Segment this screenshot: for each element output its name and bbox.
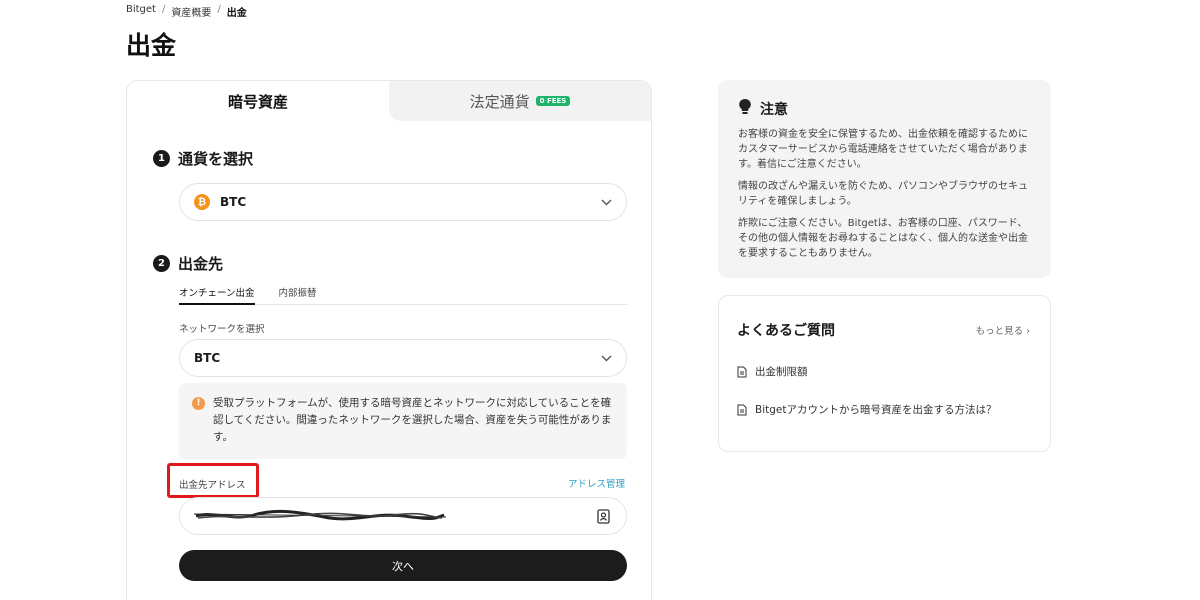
- notice-paragraph: お客様の資金を安全に保管するため、出金依頼を確認するためにカスタマーサービスから…: [738, 129, 1028, 170]
- notice-paragraph: 詐欺にご注意ください。Bitgetは、お客様の口座、パスワード、その他の個人情報…: [738, 218, 1028, 259]
- faq-more-label: もっと見る: [975, 326, 1024, 337]
- step1-heading: 1 通貨を選択: [153, 148, 253, 169]
- step1-number: 1: [153, 150, 170, 167]
- step2-title: 出金先: [178, 255, 224, 273]
- zero-fees-badge: 0 FEES: [535, 96, 571, 106]
- network-warning: ! 受取プラットフォームが、使用する暗号資産とネットワークに対応していることを確…: [179, 383, 627, 459]
- tab-fiat[interactable]: 法定通貨 0 FEES: [389, 81, 651, 121]
- withdraw-form-card: 暗号資産 法定通貨 0 FEES 1 通貨を選択 ₿ BTC 2 出金先 オンチ…: [126, 80, 652, 600]
- currency-value: BTC: [220, 195, 247, 209]
- chevron-right-icon: ›: [1026, 326, 1030, 337]
- chevron-down-icon: [601, 352, 612, 365]
- faq-item-withdraw-limit[interactable]: 出金制限額: [737, 364, 808, 379]
- destination-subtabs: オンチェーン出金 内部振替: [179, 283, 627, 305]
- notice-body: お客様の資金を安全に保管するため、出金依頼を確認するためにカスタマーサービスから…: [734, 127, 1035, 261]
- step2-heading: 2 出金先: [153, 253, 223, 274]
- faq-title: よくあるご質問: [737, 323, 835, 339]
- step2-number: 2: [153, 255, 170, 272]
- faq-item-label: Bitgetアカウントから暗号資産を出金する方法は？: [755, 404, 997, 416]
- warning-text: 受取プラットフォームが、使用する暗号資産とネットワークに対応していることを確認し…: [213, 397, 612, 443]
- btc-coin-icon: ₿: [194, 194, 210, 210]
- warning-icon: !: [192, 397, 205, 410]
- redacted-address-scribble: [194, 509, 446, 521]
- document-icon: [737, 366, 747, 377]
- notice-title: 注意: [760, 101, 788, 118]
- lightbulb-icon: [738, 98, 752, 119]
- notice-heading: 注意: [738, 98, 1035, 119]
- faq-item-how-to-withdraw[interactable]: Bitgetアカウントから暗号資産を出金する方法は？: [737, 402, 996, 417]
- network-select[interactable]: BTC: [179, 339, 627, 377]
- breadcrumb-separator: /: [217, 4, 221, 15]
- chevron-down-icon: [601, 196, 612, 209]
- address-manage-link[interactable]: アドレス管理: [568, 476, 625, 490]
- breadcrumb: Bitget / 資産概要 / 出金: [126, 4, 247, 19]
- next-button[interactable]: 次へ: [179, 550, 627, 581]
- network-label: ネットワークを選択: [179, 324, 265, 335]
- tab-fiat-label: 法定通貨: [469, 92, 530, 111]
- notice-paragraph: 情報の改ざんや漏えいを防ぐため、パソコンやブラウザのセキュリティを確保しましょう…: [738, 181, 1028, 207]
- breadcrumb-withdraw: 出金: [226, 8, 247, 19]
- asset-type-tabs: 暗号資産 法定通貨 0 FEES: [127, 81, 651, 121]
- breadcrumb-assets[interactable]: 資産概要: [171, 4, 211, 19]
- tab-crypto-label: 暗号資産: [227, 92, 288, 111]
- tab-crypto[interactable]: 暗号資産: [127, 81, 389, 121]
- address-label-highlight: [167, 463, 259, 498]
- breadcrumb-separator: /: [161, 4, 166, 15]
- breadcrumb-bitget[interactable]: Bitget: [126, 4, 156, 19]
- withdraw-address-input[interactable]: [179, 497, 627, 535]
- document-icon: [737, 404, 747, 415]
- step1-title: 通貨を選択: [178, 150, 254, 168]
- faq-more-link[interactable]: もっと見る ›: [976, 323, 1030, 337]
- faq-item-label: 出金制限額: [755, 366, 808, 378]
- address-book-icon[interactable]: [594, 507, 612, 525]
- faq-card: よくあるご質問 もっと見る › 出金制限額 Bitgetアカウントから暗号資産を…: [718, 295, 1051, 452]
- notice-card: 注意 お客様の資金を安全に保管するため、出金依頼を確認するためにカスタマーサービ…: [718, 80, 1051, 278]
- subtab-onchain[interactable]: オンチェーン出金: [179, 283, 255, 305]
- network-value: BTC: [194, 351, 221, 365]
- currency-select[interactable]: ₿ BTC: [179, 183, 627, 221]
- subtab-internal-transfer[interactable]: 内部振替: [279, 283, 317, 304]
- page-title: 出金: [126, 31, 177, 60]
